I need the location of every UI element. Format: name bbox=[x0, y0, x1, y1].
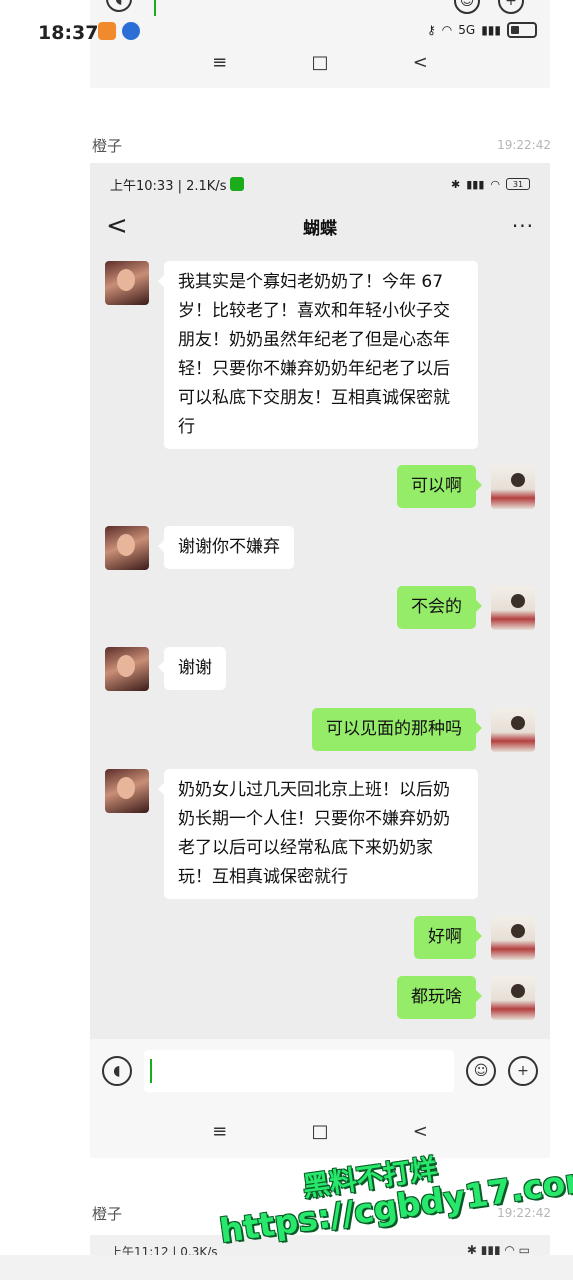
home-nav-icon[interactable]: □ bbox=[311, 1121, 328, 1142]
page: ◖ ☺ + ≡ □ < 18:37 ⚷ ◠ 5G ▮▮▮ 橙子 19:22:42… bbox=[0, 0, 573, 1280]
sender-name: 橙子 bbox=[92, 137, 123, 155]
wifi-icon: ◠ bbox=[490, 177, 500, 191]
nav-bar: ≡ □ < bbox=[90, 1103, 550, 1158]
bluetooth-icon: ✱ bbox=[451, 177, 461, 191]
chat-title: 蝴蝶 bbox=[303, 218, 337, 239]
message-bubble: 奶奶女儿过几天回北京上班！以后奶奶长期一个人住！只要你不嫌弃奶奶老了以后可以经常… bbox=[158, 769, 478, 899]
chat-header: < 蝴蝶 ··· bbox=[90, 205, 550, 247]
message-bubble: 我其实是个寡妇老奶奶了！今年 67岁！比较老了！喜欢和年轻小伙子交朋友！奶奶虽然… bbox=[158, 261, 478, 449]
input-caret bbox=[150, 1059, 152, 1083]
bottom-bar bbox=[0, 1255, 573, 1280]
emoji-icon[interactable]: ☺ bbox=[466, 1056, 496, 1086]
avatar[interactable] bbox=[105, 647, 149, 691]
avatar[interactable] bbox=[105, 769, 149, 813]
status-time: 18:37 bbox=[38, 22, 99, 44]
message-list: 我其实是个寡妇老奶奶了！今年 67岁！比较老了！喜欢和年轻小伙子交朋友！奶奶虽然… bbox=[90, 247, 550, 1077]
chat-screenshot: 上午10:33 | 2.1K/s ✱ ▮▮▮ ◠ 31 < 蝴蝶 ··· 我其实… bbox=[90, 163, 550, 1158]
wechat-icon bbox=[230, 177, 245, 191]
more-button[interactable]: ··· bbox=[504, 214, 534, 238]
avatar[interactable] bbox=[491, 916, 535, 960]
signal-icon: ▮▮▮ bbox=[481, 23, 501, 37]
message-bubble: 不会的 bbox=[397, 586, 482, 629]
key-icon: ⚷ bbox=[426, 23, 436, 37]
avatar[interactable] bbox=[491, 586, 535, 630]
voice-icon[interactable]: ◖ bbox=[102, 1056, 132, 1086]
message-bubble: 都玩啥 bbox=[397, 976, 482, 1019]
input-bar: ◖ ☺ + bbox=[90, 1039, 550, 1103]
sender-name: 橙子 bbox=[92, 1205, 123, 1223]
outer-status-bar: 18:37 ⚷ ◠ 5G ▮▮▮ bbox=[0, 0, 573, 66]
signal-icon: ▮▮▮ bbox=[466, 177, 485, 191]
avatar[interactable] bbox=[491, 708, 535, 752]
message-bubble: 谢谢 bbox=[158, 647, 226, 690]
app-notification-icon bbox=[98, 22, 116, 40]
message-bubble: 谢谢你不嫌弃 bbox=[158, 526, 294, 569]
message-bubble: 可以啊 bbox=[397, 465, 482, 508]
wifi-icon: ◠ bbox=[441, 23, 453, 37]
battery-icon: 31 bbox=[506, 178, 530, 190]
back-nav-icon[interactable]: < bbox=[413, 1121, 428, 1142]
timestamp: 19:22:42 bbox=[497, 138, 551, 152]
avatar[interactable] bbox=[105, 261, 149, 305]
inner-status-bar: 上午10:33 | 2.1K/s ✱ ▮▮▮ ◠ 31 bbox=[90, 163, 550, 205]
battery-icon bbox=[507, 22, 537, 38]
avatar[interactable] bbox=[491, 465, 535, 509]
plus-icon[interactable]: + bbox=[508, 1056, 538, 1086]
message-bubble: 可以见面的那种吗 bbox=[312, 708, 482, 751]
avatar[interactable] bbox=[491, 976, 535, 1020]
message-input[interactable] bbox=[144, 1050, 454, 1092]
message-bubble: 好啊 bbox=[414, 916, 482, 959]
back-button[interactable]: < bbox=[106, 211, 136, 241]
inner-status-text: 上午10:33 | 2.1K/s bbox=[110, 178, 227, 194]
avatar[interactable] bbox=[105, 526, 149, 570]
network-label: 5G bbox=[458, 23, 476, 37]
menu-nav-icon[interactable]: ≡ bbox=[212, 1121, 227, 1142]
app-notification-icon bbox=[122, 22, 140, 40]
